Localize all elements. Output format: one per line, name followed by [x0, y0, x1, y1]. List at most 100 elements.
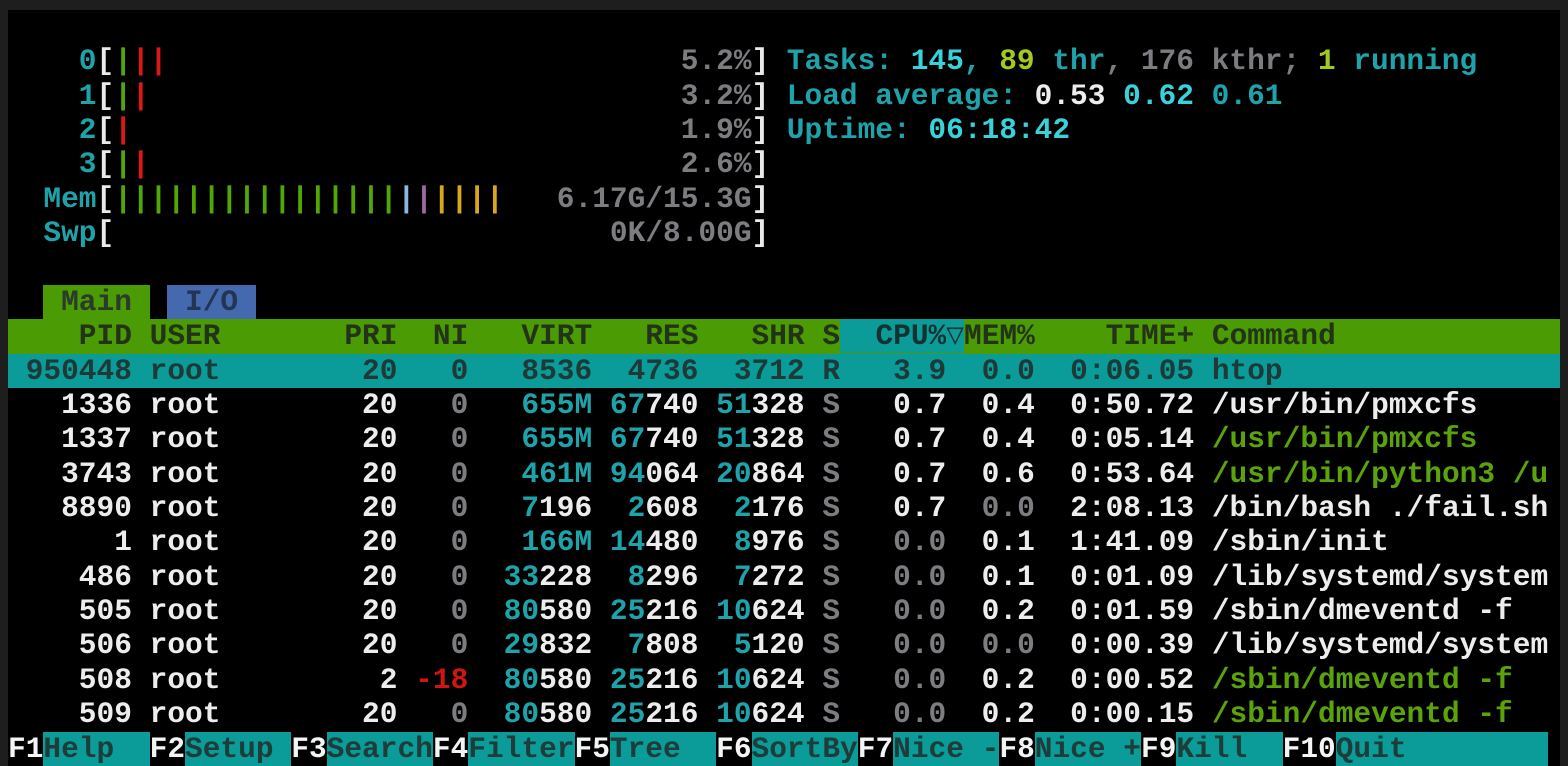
cell-res-prefix: 4 [592, 354, 645, 388]
column-header-cmd[interactable]: Command [1212, 319, 1548, 353]
process-row[interactable]: 950448 root 20 0 8536 4736 3712 R 3.9 0.… [8, 354, 1560, 388]
fn-key: F8 [999, 732, 1034, 766]
meter-open-bracket: [ [97, 113, 115, 147]
fn-sortby[interactable]: F6SortBy [716, 732, 858, 766]
meter-tick-blue: | [397, 182, 415, 216]
fn-tree[interactable]: F5Tree [575, 732, 717, 766]
column-header-shr[interactable]: SHR [698, 319, 804, 353]
cell-res: 296 [645, 560, 698, 594]
cell-command: /sbin/init [1212, 525, 1548, 559]
gap [805, 354, 823, 388]
fn-label: Tree [610, 732, 716, 766]
cell-time: 0:53.64 [1035, 457, 1194, 491]
fn-key: F3 [291, 732, 326, 766]
cell-ni: 0 [397, 594, 468, 628]
fn-label: Quit [1336, 732, 1548, 766]
column-header-virt[interactable]: VIRT [468, 319, 592, 353]
fn-search[interactable]: F3Search [291, 732, 433, 766]
gap [132, 422, 150, 456]
gap [946, 663, 964, 697]
summary-segment: 89 [999, 44, 1034, 78]
cell-shr: 976 [752, 525, 805, 559]
cell-shr: 176 [752, 491, 805, 525]
cell-res-prefix: 67 [592, 422, 645, 456]
fn-help[interactable]: F1Help [8, 732, 150, 766]
process-row[interactable]: 1 root 20 0 166M 14480 8976 S 0.0 0.1 1:… [8, 525, 1560, 559]
fn-label: Filter [468, 732, 574, 766]
fn-setup[interactable]: F2Setup [150, 732, 292, 766]
column-header-pid[interactable]: PID [8, 319, 132, 353]
fn-nice[interactable]: F8Nice + [999, 732, 1141, 766]
process-row[interactable]: 486 root 20 0 33228 8296 7272 S 0.0 0.1 … [8, 560, 1560, 594]
gap [132, 457, 150, 491]
cell-time: 0:05.14 [1035, 422, 1194, 456]
process-row[interactable]: 8890 root 20 0 7196 2608 2176 S 0.7 0.0 … [8, 491, 1560, 525]
column-header-ni[interactable]: NI [397, 319, 468, 353]
cell-res: 480 [645, 525, 698, 559]
column-header-cpu-sorted[interactable]: CPU% [840, 319, 946, 353]
summary-segment: , [964, 44, 999, 78]
gap [946, 457, 964, 491]
cell-ni: 0 [397, 354, 468, 388]
cell-shr: 328 [752, 388, 805, 422]
process-row[interactable]: 1337 root 20 0 655M 67740 51328 S 0.7 0.… [8, 422, 1560, 456]
cell-cpu: 0.0 [840, 594, 946, 628]
process-row[interactable]: 1336 root 20 0 655M 67740 51328 S 0.7 0.… [8, 388, 1560, 422]
meter-label: 0 [8, 44, 97, 78]
cell-user: root [150, 457, 309, 491]
process-row[interactable]: 509 root 20 0 80580 25216 10624 S 0.0 0.… [8, 697, 1560, 731]
cell-ni: 0 [397, 697, 468, 731]
process-row[interactable]: 506 root 20 0 29832 7808 5120 S 0.0 0.0 … [8, 628, 1560, 662]
sort-direction-icon: ▽ [946, 319, 964, 353]
cell-res-prefix: 14 [592, 525, 645, 559]
cell-mem: 0.2 [964, 697, 1035, 731]
gap [132, 697, 150, 731]
process-row[interactable]: 3743 root 20 0 461M 94064 20864 S 0.7 0.… [8, 457, 1560, 491]
process-row[interactable]: 508 root 2 -18 80580 25216 10624 S 0.0 0… [8, 663, 1560, 697]
summary-uptime: Uptime: 06:18:42 [787, 113, 1568, 147]
meter-value: 1.9% [681, 113, 752, 147]
cell-shr-prefix: 2 [698, 491, 751, 525]
cell-virt: 580 [539, 663, 592, 697]
column-header-user[interactable]: USER [150, 319, 309, 353]
table-header: PID USER PRI NI VIRT RES SHR S CPU%▽MEM%… [8, 319, 1560, 353]
cell-shr-prefix: 10 [698, 663, 751, 697]
summary-segment: 1 [1318, 44, 1336, 78]
gap [805, 388, 823, 422]
cell-virt-prefix: 33 [468, 560, 539, 594]
process-row[interactable]: 505 root 20 0 80580 25216 10624 S 0.0 0.… [8, 594, 1560, 628]
cell-command: /sbin/dmeventd -f [1212, 697, 1548, 731]
cell-user: root [150, 491, 309, 525]
gap [1194, 697, 1212, 731]
tab-main[interactable]: Main [43, 285, 149, 319]
column-header-pri[interactable]: PRI [309, 319, 398, 353]
summary-segment: 06:18:42 [928, 113, 1070, 147]
cell-pid: 508 [8, 663, 132, 697]
cell-virt-prefix: 29 [468, 628, 539, 662]
fn-filter[interactable]: F4Filter [433, 732, 575, 766]
fn-quit[interactable]: F10Quit [1283, 732, 1549, 766]
summary-segment [1105, 79, 1123, 113]
tab-io[interactable]: I/O [167, 285, 256, 319]
meter-swp: Swp[ 0K/8.00G] [8, 216, 1560, 250]
fn-nice[interactable]: F7Nice - [858, 732, 1000, 766]
cell-command: htop [1212, 354, 1548, 388]
meter-value: 5.2% [681, 44, 752, 78]
column-header-time[interactable]: TIME+ [1035, 319, 1194, 353]
cell-user: root [150, 525, 309, 559]
meter-tick-red: | [132, 44, 150, 78]
fn-kill[interactable]: F9Kill [1141, 732, 1283, 766]
gap [132, 628, 150, 662]
fn-label: Setup [185, 732, 291, 766]
gap [8, 285, 43, 319]
cell-state: S [822, 422, 840, 456]
cell-virt: 580 [539, 697, 592, 731]
column-header-res[interactable]: RES [592, 319, 698, 353]
cell-time: 2:08.13 [1035, 491, 1194, 525]
meter-tick-green: | [220, 182, 238, 216]
gap [805, 560, 823, 594]
column-header-mem[interactable]: MEM% [964, 319, 1035, 353]
cell-res-prefix: 94 [592, 457, 645, 491]
column-header-s[interactable]: S [822, 319, 840, 353]
meter-open-bracket: [ [97, 147, 115, 181]
